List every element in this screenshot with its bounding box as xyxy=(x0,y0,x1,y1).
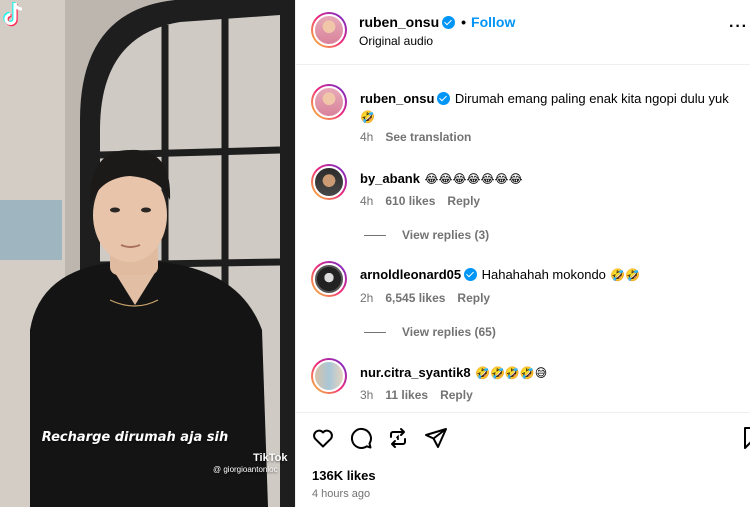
post-likes-count[interactable]: 136K likes xyxy=(312,468,376,483)
comment-avatar[interactable] xyxy=(311,261,347,297)
verified-badge-icon xyxy=(437,92,451,105)
tiktok-logo-icon xyxy=(3,2,23,27)
comment-emoji: 🤣🤣🤣🤣😅 xyxy=(475,366,548,380)
author-username[interactable]: ruben_onsu xyxy=(359,14,439,30)
header-divider xyxy=(296,64,750,65)
author-avatar[interactable] xyxy=(311,12,347,48)
comment-time: 4h xyxy=(360,194,374,208)
comment-emoji: 😂😂😂😂😂😂😂 xyxy=(424,172,523,186)
reply-button[interactable]: Reply xyxy=(447,194,480,208)
view-replies-button[interactable]: View replies (3) xyxy=(364,228,489,242)
verified-badge-icon xyxy=(464,268,478,281)
video-player[interactable]: Recharge dirumah aja sih TikTok @ giorgi… xyxy=(0,0,295,507)
tiktok-handle: @ giorgioantonioc xyxy=(213,465,278,474)
comment-icon[interactable] xyxy=(349,426,373,450)
more-options-icon[interactable]: ··· xyxy=(729,18,748,36)
share-icon[interactable] xyxy=(424,426,448,450)
comment-avatar[interactable] xyxy=(311,358,347,394)
comment-meta: 3h 11 likes Reply xyxy=(360,388,485,402)
comment-likes[interactable]: 610 likes xyxy=(385,194,435,208)
view-replies-button[interactable]: View replies (65) xyxy=(364,325,496,339)
comment-body: arnoldleonard05 Hahahahah mokondo 🤣🤣 xyxy=(360,266,640,284)
reply-button[interactable]: Reply xyxy=(440,388,473,402)
view-replies-label: View replies (65) xyxy=(402,325,496,339)
post-panel: ruben_onsu • Follow Original audio ··· rub… xyxy=(295,0,750,507)
comment-likes[interactable]: 6,545 likes xyxy=(385,291,445,305)
see-translation-button[interactable]: See translation xyxy=(385,130,471,144)
caption-username[interactable]: ruben_onsu xyxy=(360,91,434,106)
comment-body: nur.citra_syantik8 🤣🤣🤣🤣😅 xyxy=(360,364,547,382)
follow-button[interactable]: Follow xyxy=(471,14,515,30)
comment-time: 2h xyxy=(360,291,374,305)
comment-meta: 2h 6,545 likes Reply xyxy=(360,291,502,305)
actions-divider xyxy=(296,412,750,413)
caption-text: Dirumah emang paling enak kita ngopi dul… xyxy=(454,91,729,106)
comment-avatar[interactable] xyxy=(311,164,347,200)
post-timestamp[interactable]: 4 hours ago xyxy=(312,488,370,500)
comment-body: by_abank 😂😂😂😂😂😂😂 xyxy=(360,170,523,188)
caption-meta: 4h See translation xyxy=(360,130,483,144)
repost-icon[interactable] xyxy=(386,426,410,450)
comment-username[interactable]: by_abank xyxy=(360,171,420,186)
reply-button[interactable]: Reply xyxy=(457,291,490,305)
comment-text: Hahahahah mokondo xyxy=(481,267,606,282)
comment-username[interactable]: arnoldleonard05 xyxy=(360,267,461,282)
view-replies-label: View replies (3) xyxy=(402,228,490,242)
post-header: ruben_onsu • Follow xyxy=(359,14,515,30)
comment-time: 3h xyxy=(360,388,374,402)
caption-time: 4h xyxy=(360,130,374,144)
comment-meta: 4h 610 likes Reply xyxy=(360,194,492,208)
caption-body: ruben_onsu Dirumah emang paling enak kit… xyxy=(360,90,740,126)
separator-dot: • xyxy=(461,14,467,30)
verified-badge-icon xyxy=(442,16,456,29)
replies-line xyxy=(364,332,386,334)
video-caption: Recharge dirumah aja sih xyxy=(41,430,229,445)
bookmark-icon[interactable] xyxy=(743,426,750,450)
heart-icon[interactable] xyxy=(311,426,335,450)
comment-likes[interactable]: 11 likes xyxy=(385,388,428,402)
comment-emoji: 🤣🤣 xyxy=(610,268,641,282)
replies-line xyxy=(364,235,386,237)
comment-username[interactable]: nur.citra_syantik8 xyxy=(360,365,471,380)
caption-avatar[interactable] xyxy=(311,84,347,120)
caption-emoji: 🤣 xyxy=(360,110,375,124)
original-audio-link[interactable]: Original audio xyxy=(359,34,433,48)
tiktok-watermark: TikTok xyxy=(253,452,288,464)
